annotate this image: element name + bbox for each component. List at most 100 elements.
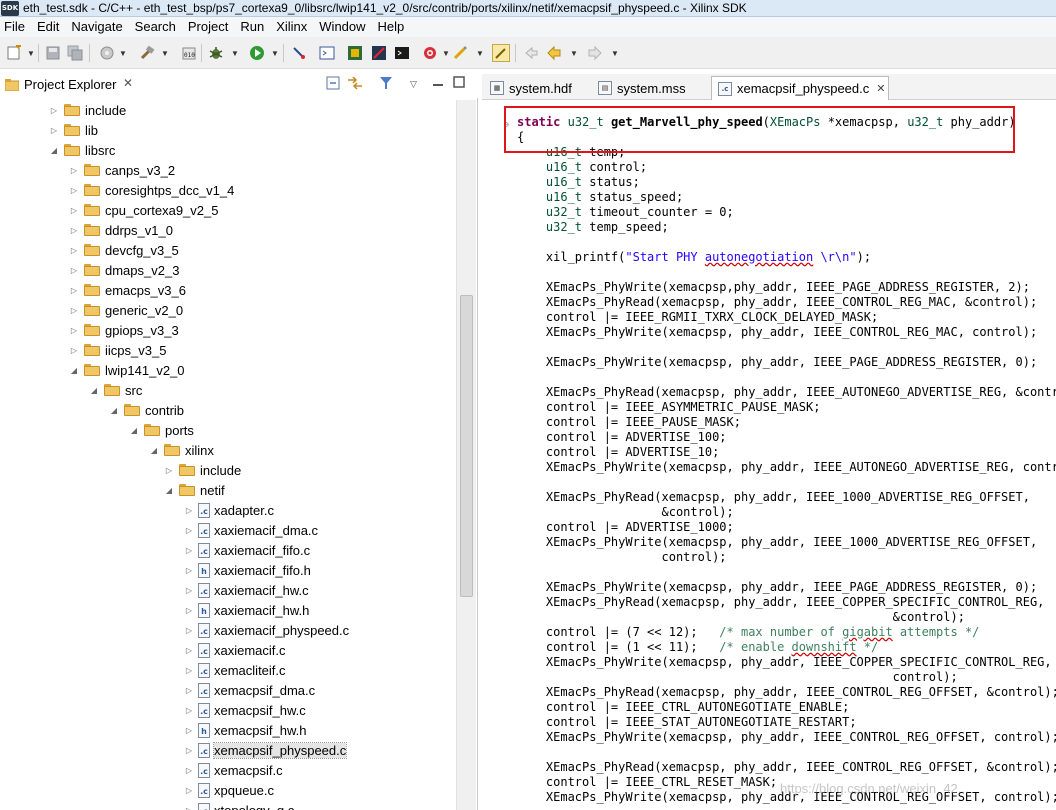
tree-file-item[interactable]: ▷ .c xemacpsif_hw.c bbox=[183, 700, 306, 720]
tree-folder-item[interactable]: ▷ coresightps_dcc_v1_4 bbox=[68, 180, 234, 200]
menu-project[interactable]: Project bbox=[183, 17, 235, 37]
run-icon[interactable] bbox=[248, 44, 266, 62]
tree-folder-item[interactable]: ▷ canps_v3_2 bbox=[68, 160, 175, 180]
tab-system-mss[interactable]: ▤ system.mss bbox=[592, 76, 710, 100]
run-dropdown-icon[interactable]: ▼ bbox=[271, 44, 279, 62]
tree-file-item[interactable]: ▷ .c xaxiemacif_dma.c bbox=[183, 520, 318, 540]
scrollbar-thumb[interactable] bbox=[460, 295, 473, 597]
tree-file-item[interactable]: ▷ h xaxiemacif_fifo.h bbox=[183, 560, 311, 580]
collapsed-twisty-icon[interactable]: ▷ bbox=[68, 286, 80, 295]
terminal-icon[interactable] bbox=[318, 44, 336, 62]
tree-file-item[interactable]: ▷ .c xpqueue.c bbox=[183, 780, 274, 800]
collapsed-twisty-icon[interactable]: ▷ bbox=[68, 326, 80, 335]
tree-folder-item[interactable]: ▷ ddrps_v1_0 bbox=[68, 220, 173, 240]
menu-search[interactable]: Search bbox=[130, 17, 183, 37]
code-line[interactable]: u32_t timeout_counter = 0; bbox=[517, 205, 734, 220]
marker-dropdown-icon[interactable]: ▼ bbox=[476, 44, 484, 62]
code-line[interactable]: control |= IEEE_ASYMMETRIC_PAUSE_MASK; bbox=[517, 400, 821, 415]
tree-file-item[interactable]: ▷ .c xaxiemacif_physpeed.c bbox=[183, 620, 349, 640]
collapsed-twisty-icon[interactable]: ▷ bbox=[68, 346, 80, 355]
collapsed-twisty-icon[interactable]: ▷ bbox=[183, 746, 195, 755]
code-line[interactable]: control); bbox=[517, 550, 726, 565]
tree-folder-item[interactable]: ▷ emacps_v3_6 bbox=[68, 280, 186, 300]
code-editor[interactable]: ⊖ static u32_t get_Marvell_phy_speed(XEm… bbox=[482, 115, 1056, 810]
back-icon[interactable] bbox=[545, 44, 563, 62]
menu-xilinx[interactable]: Xilinx bbox=[271, 17, 314, 37]
code-line[interactable]: XEmacPs_PhyRead(xemacpsp, phy_addr, IEEE… bbox=[517, 685, 1056, 700]
forward-icon[interactable] bbox=[586, 44, 604, 62]
tree-folder-item[interactable]: ◢ lwip141_v2_0 bbox=[68, 360, 185, 380]
code-line[interactable]: control |= IEEE_RGMII_TXRX_CLOCK_DELAYED… bbox=[517, 310, 878, 325]
expanded-twisty-icon[interactable]: ◢ bbox=[68, 366, 80, 375]
minimize-icon[interactable] bbox=[432, 76, 444, 91]
collapsed-twisty-icon[interactable]: ▷ bbox=[68, 306, 80, 315]
collapsed-twisty-icon[interactable]: ▷ bbox=[183, 786, 195, 795]
code-line[interactable]: u16_t control; bbox=[517, 160, 647, 175]
expanded-twisty-icon[interactable]: ◢ bbox=[128, 426, 140, 435]
profile-dropdown-icon[interactable]: ▼ bbox=[442, 44, 450, 62]
build-dropdown-icon[interactable]: ▼ bbox=[161, 44, 169, 62]
code-line[interactable]: XEmacPs_PhyRead(xemacpsp, phy_addr, IEEE… bbox=[517, 595, 1045, 610]
code-line[interactable]: XEmacPs_PhyWrite(xemacpsp, phy_addr, IEE… bbox=[517, 730, 1056, 745]
back-dropdown-icon[interactable]: ▼ bbox=[570, 44, 578, 62]
tree-folder-item[interactable]: ▷ generic_v2_0 bbox=[68, 300, 183, 320]
dropdown-icon[interactable]: ▼ bbox=[119, 44, 127, 62]
tree-folder-item[interactable]: ◢ libsrc bbox=[48, 140, 115, 160]
code-line[interactable]: control |= IEEE_CTRL_RESET_MASK; bbox=[517, 775, 777, 790]
maximize-icon[interactable] bbox=[453, 76, 465, 91]
code-line[interactable]: control |= (7 << 12); /* max number of g… bbox=[517, 625, 980, 640]
code-line[interactable]: control |= IEEE_CTRL_AUTONEGOTIATE_ENABL… bbox=[517, 700, 849, 715]
collapsed-twisty-icon[interactable]: ▷ bbox=[68, 186, 80, 195]
external-tools-icon[interactable] bbox=[290, 44, 308, 62]
forward-dropdown-icon[interactable]: ▼ bbox=[611, 44, 619, 62]
code-line[interactable]: XEmacPs_PhyRead(xemacpsp, phy_addr, IEEE… bbox=[517, 490, 1030, 505]
tree-folder-item[interactable]: ◢ netif bbox=[163, 480, 225, 500]
tree-folder-item[interactable]: ▷ cpu_cortexa9_v2_5 bbox=[68, 200, 219, 220]
collapsed-twisty-icon[interactable]: ▷ bbox=[163, 466, 175, 475]
code-line[interactable]: control |= ADVERTISE_100; bbox=[517, 430, 727, 445]
highlight-icon[interactable] bbox=[492, 44, 510, 62]
code-line[interactable]: XEmacPs_PhyRead(xemacpsp, phy_addr, IEEE… bbox=[517, 760, 1056, 775]
collapsed-twisty-icon[interactable]: ▷ bbox=[183, 506, 195, 515]
code-line[interactable]: control |= ADVERTISE_10; bbox=[517, 445, 719, 460]
tree-file-item[interactable]: ▷ .c xaxiemacif.c bbox=[183, 640, 286, 660]
tree-file-item[interactable]: ▷ h xaxiemacif_hw.h bbox=[183, 600, 309, 620]
menu-window[interactable]: Window bbox=[314, 17, 372, 37]
code-line[interactable]: XEmacPs_PhyWrite(xemacpsp, phy_addr, IEE… bbox=[517, 580, 1037, 595]
view-menu-icon[interactable]: ▽ bbox=[410, 79, 417, 90]
collapsed-twisty-icon[interactable]: ▷ bbox=[48, 106, 60, 115]
tree-file-item[interactable]: ▷ .c xaxiemacif_hw.c bbox=[183, 580, 309, 600]
tree-folder-item[interactable]: ▷ devcfg_v3_5 bbox=[68, 240, 179, 260]
tree-file-item[interactable]: ▷ .c xemacliteif.c bbox=[183, 660, 286, 680]
new-dropdown-icon[interactable]: ▼ bbox=[27, 44, 35, 62]
tree-folder-item[interactable]: ▷ iicps_v3_5 bbox=[68, 340, 167, 360]
menu-edit[interactable]: Edit bbox=[32, 17, 66, 37]
collapsed-twisty-icon[interactable]: ▷ bbox=[183, 766, 195, 775]
fpga-icon[interactable] bbox=[346, 44, 364, 62]
collapsed-twisty-icon[interactable]: ▷ bbox=[183, 546, 195, 555]
code-line[interactable]: &control); bbox=[517, 610, 965, 625]
close-icon[interactable]: ✕ bbox=[123, 76, 133, 90]
collapsed-twisty-icon[interactable]: ▷ bbox=[183, 686, 195, 695]
tree-file-item[interactable]: ▷ .c xadapter.c bbox=[183, 500, 274, 520]
build-icon[interactable] bbox=[138, 44, 156, 62]
collapsed-twisty-icon[interactable]: ▷ bbox=[48, 126, 60, 135]
code-line[interactable]: xil_printf("Start PHY autonegotiation \r… bbox=[517, 250, 871, 265]
marker-icon[interactable] bbox=[451, 44, 469, 62]
tree-file-item[interactable]: ▷.c xtopology_g.c bbox=[183, 800, 294, 810]
tree-folder-item[interactable]: ◢ xilinx bbox=[148, 440, 214, 460]
tree-folder-item[interactable]: ◢ src bbox=[88, 380, 142, 400]
collapsed-twisty-icon[interactable]: ▷ bbox=[183, 666, 195, 675]
tree-folder-item[interactable]: ▷ include bbox=[163, 460, 241, 480]
tree-folder-item[interactable]: ◢ contrib bbox=[108, 400, 184, 420]
last-edit-icon[interactable] bbox=[522, 44, 540, 62]
code-line[interactable]: XEmacPs_PhyWrite(xemacpsp, phy_addr, IEE… bbox=[517, 535, 1037, 550]
expanded-twisty-icon[interactable]: ◢ bbox=[148, 446, 160, 455]
collapsed-twisty-icon[interactable]: ▷ bbox=[68, 246, 80, 255]
link-with-editor-icon[interactable] bbox=[347, 76, 363, 93]
tree-folder-item[interactable]: ◢ ports bbox=[128, 420, 194, 440]
collapsed-twisty-icon[interactable]: ▷ bbox=[183, 566, 195, 575]
collapsed-twisty-icon[interactable]: ▷ bbox=[183, 726, 195, 735]
collapsed-twisty-icon[interactable]: ▷ bbox=[183, 626, 195, 635]
save-all-icon[interactable] bbox=[66, 44, 84, 62]
